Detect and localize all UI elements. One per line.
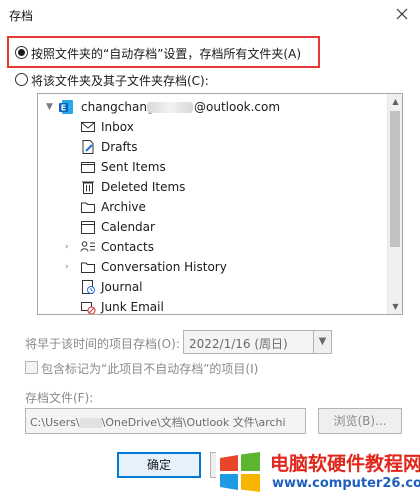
archive-date-picker[interactable]: 2022/1/16 (周日) ▼ (183, 330, 332, 354)
tree-item-label: Calendar (101, 220, 155, 234)
redacted-username (79, 418, 102, 428)
scroll-down-icon[interactable]: ▼ (388, 299, 402, 314)
archive-older-label: 将早于该时间的项目存档(O): (25, 337, 180, 351)
radio-archive-this-folder[interactable] (15, 73, 28, 86)
site-watermark: 电脑软硬件教程网 www.computer26.com (216, 447, 420, 498)
tree-item-label: Drafts (101, 140, 138, 154)
tree-item-archive[interactable]: Archive (38, 197, 387, 217)
junk-email-icon (81, 302, 96, 314)
chevron-right-icon[interactable]: › (65, 242, 75, 252)
tree-item-label: Archive (101, 200, 146, 214)
tree-item-label: Conversation History (101, 260, 227, 274)
tree-item-sent-items[interactable]: Sent Items (38, 157, 387, 177)
tree-item-deleted-items[interactable]: Deleted Items (38, 177, 387, 197)
scrollbar-thumb[interactable] (390, 111, 400, 247)
archive-file-path-value: \OneDrive\文档\Outlook 文件\archi (101, 416, 286, 429)
include-no-autoarchive-label: 包含标记为“此项目不自动存档”的项目(I) (41, 362, 259, 376)
exchange-icon: E (59, 100, 73, 114)
tree-item-label: Junk Email (101, 300, 164, 314)
tree-item-label: Inbox (101, 120, 134, 134)
chevron-down-icon[interactable]: ▼ (313, 330, 332, 354)
trash-icon (82, 181, 94, 194)
ok-button[interactable]: 确定 (117, 452, 201, 478)
account-name-suffix: @outlook.com (194, 100, 281, 114)
close-button[interactable] (392, 4, 412, 24)
tree-item-label: Deleted Items (101, 180, 186, 194)
tree-item-journal[interactable]: Journal (38, 277, 387, 297)
tree-scrollbar[interactable]: ▲ ▼ (387, 94, 402, 314)
watermark-url: www.computer26.com (272, 476, 420, 491)
scroll-up-icon[interactable]: ▲ (388, 94, 402, 109)
folder-icon (81, 262, 95, 273)
include-no-autoarchive-checkbox[interactable] (25, 361, 38, 374)
tree-item-account[interactable]: ▼ E changchang @outlook.com (38, 97, 387, 117)
archive-file-label: 存档文件(F): (25, 391, 94, 405)
radio-archive-all-folders[interactable] (15, 46, 28, 59)
journal-icon (82, 280, 95, 294)
folder-tree[interactable]: ▼ E changchang @outlook.com Inbox Drafts (37, 93, 403, 315)
drafts-icon (82, 140, 94, 154)
account-name-prefix: changchang (81, 100, 155, 114)
archive-icon (81, 202, 95, 213)
archive-file-path[interactable]: C:\Users\ \OneDrive\文档\Outlook 文件\archi (25, 408, 306, 434)
tree-item-drafts[interactable]: Drafts (38, 137, 387, 157)
calendar-icon (81, 221, 95, 234)
chevron-down-icon[interactable]: ▼ (46, 102, 56, 112)
title-bar: 存档 (0, 0, 420, 30)
tree-item-label: Sent Items (101, 160, 166, 174)
windows-logo-icon (220, 452, 260, 492)
dialog-title: 存档 (9, 9, 34, 23)
option-archive-all-label[interactable]: 按照文件夹的“自动存档”设置，存档所有文件夹(A) (31, 45, 301, 62)
tree-item-junk-email[interactable]: Junk Email (38, 297, 387, 314)
redacted-email (147, 102, 193, 113)
tree-item-label: Contacts (101, 240, 154, 254)
svg-text:E: E (61, 104, 66, 113)
tree-item-inbox[interactable]: Inbox (38, 117, 387, 137)
watermark-title: 电脑软硬件教程网 (270, 453, 420, 475)
tree-item-conversation-history[interactable]: › Conversation History (38, 257, 387, 277)
tree-item-label: Journal (101, 280, 143, 294)
contacts-icon (80, 241, 95, 252)
archive-date-field[interactable]: 2022/1/16 (周日) (183, 330, 314, 354)
sent-items-icon (81, 162, 95, 173)
inbox-icon (81, 122, 95, 132)
archive-file-path-prefix: C:\Users\ (30, 416, 80, 429)
tree-item-calendar[interactable]: Calendar (38, 217, 387, 237)
tree-item-contacts[interactable]: › Contacts (38, 237, 387, 257)
close-icon (396, 8, 408, 20)
chevron-right-icon[interactable]: › (65, 262, 75, 272)
option-archive-this-folder-label[interactable]: 将该文件夹及其子文件夹存档(C): (31, 72, 209, 89)
browse-button[interactable]: 浏览(B)... (318, 408, 402, 434)
